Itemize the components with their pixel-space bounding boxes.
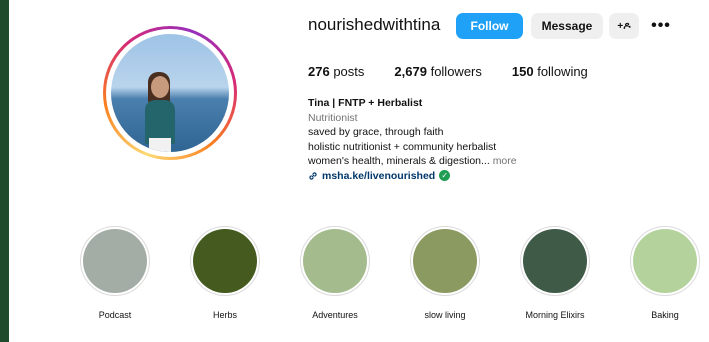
following-count: 150 — [511, 64, 534, 79]
following-label: following — [537, 64, 588, 79]
bio-line-3-wrap: women's health, minerals & digestion... … — [308, 154, 517, 169]
highlight-label: Podcast — [98, 310, 132, 320]
followers-count: 2,679 — [394, 64, 427, 79]
bio-line-3: women's health, minerals & digestion... — [308, 155, 490, 167]
story-ring[interactable] — [103, 26, 237, 160]
highlight-cover — [633, 229, 697, 293]
bio-more-link[interactable]: more — [493, 155, 517, 167]
highlight-item[interactable]: Adventures — [290, 226, 380, 320]
highlight-cover — [303, 229, 367, 293]
highlight-item[interactable]: Podcast — [70, 226, 160, 320]
highlight-ring — [300, 226, 370, 296]
highlight-item[interactable]: Morning Elixirs — [510, 226, 600, 320]
highlight-label: Baking — [651, 310, 679, 320]
highlight-label: slow living — [424, 310, 466, 320]
posts-label: posts — [333, 64, 365, 79]
highlight-cover — [83, 229, 147, 293]
highlight-ring — [190, 226, 260, 296]
posts-stat: 276 posts — [308, 64, 364, 79]
add-user-icon: +ዶ — [617, 20, 631, 32]
avatar-face — [151, 76, 169, 98]
highlight-item[interactable]: slow living — [400, 226, 490, 320]
display-name: Tina | FNTP + Herbalist — [308, 97, 423, 109]
avatar[interactable] — [111, 34, 229, 152]
highlight-ring — [520, 226, 590, 296]
add-user-button[interactable]: +ዶ — [609, 13, 639, 39]
bio-link-text: msha.ke/livenourished — [322, 169, 436, 182]
posts-count: 276 — [308, 64, 330, 79]
highlight-label: Morning Elixirs — [525, 310, 585, 320]
bio-line-2: holistic nutritionist + community herbal… — [308, 140, 497, 153]
following-stat[interactable]: 150 following — [512, 64, 588, 79]
link-icon — [309, 172, 317, 180]
verified-icon: ✓ — [439, 170, 451, 182]
highlight-cover — [193, 229, 257, 293]
category-label: Nutritionist — [308, 111, 358, 124]
highlight-ring — [410, 226, 480, 296]
highlight-label: Adventures — [312, 310, 358, 320]
bio-link[interactable]: msha.ke/livenourished ✓ — [308, 169, 517, 184]
avatar-legs — [149, 138, 171, 152]
profile-header: nourishedwithtina Follow Message +ዶ ••• … — [9, 0, 709, 342]
highlight-label: Herbs — [212, 310, 237, 320]
followers-stat[interactable]: 2,679 followers — [394, 64, 481, 79]
bio-line-1: saved by grace, through faith — [308, 126, 444, 138]
highlight-item[interactable]: Herbs — [180, 226, 270, 320]
highlight-ring — [80, 226, 150, 296]
highlight-ring — [630, 226, 700, 296]
profile-stats: 276 posts 2,679 followers 150 following — [308, 64, 618, 79]
username: nourishedwithtina — [308, 15, 441, 34]
followers-label: followers — [430, 64, 482, 79]
bio: Tina | FNTP + Herbalist Nutritionist sav… — [308, 96, 517, 183]
follow-button[interactable]: Follow — [456, 13, 523, 39]
more-options-icon[interactable]: ••• — [650, 13, 672, 39]
highlight-cover — [523, 229, 587, 293]
message-button[interactable]: Message — [531, 13, 603, 39]
highlight-item[interactable]: Baking — [620, 226, 709, 320]
highlight-cover — [413, 229, 477, 293]
